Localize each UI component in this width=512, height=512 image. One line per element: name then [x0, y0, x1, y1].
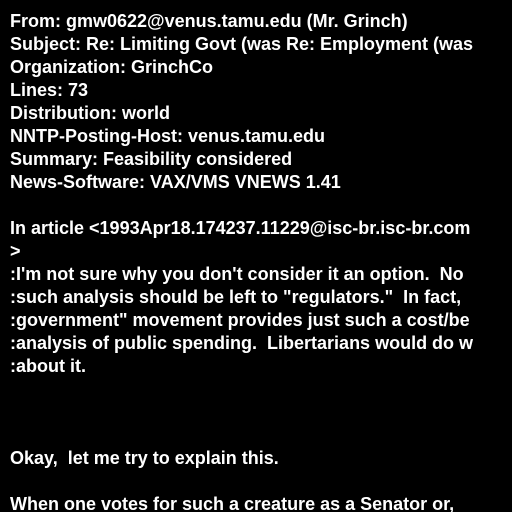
quoted-line: :I'm not sure why you don't consider it … [10, 264, 464, 284]
header-news-software: News-Software: VAX/VMS VNEWS 1.41 [10, 172, 341, 192]
message-view: From: gmw0622@venus.tamu.edu (Mr. Grinch… [0, 0, 512, 512]
attribution-line: In article <1993Apr18.174237.11229@isc-b… [10, 218, 471, 238]
header-distribution: Distribution: world [10, 103, 170, 123]
reply-line: Okay, let me try to explain this. [10, 448, 279, 468]
header-summary: Summary: Feasibility considered [10, 149, 293, 169]
quote-marker: > [10, 241, 21, 261]
quoted-line: :government" movement provides just such… [10, 310, 470, 330]
header-subject: Subject: Re: Limiting Govt (was Re: Empl… [10, 34, 474, 54]
reply-line: When one votes for such a creature as a … [10, 494, 455, 512]
quoted-line: :about it. [10, 356, 86, 376]
header-lines: Lines: 73 [10, 80, 89, 100]
quoted-line: :analysis of public spending. Libertaria… [10, 333, 474, 353]
header-nntp-posting-host: NNTP-Posting-Host: venus.tamu.edu [10, 126, 326, 146]
header-organization: Organization: GrinchCo [10, 57, 214, 77]
quoted-line: :such analysis should be left to "regula… [10, 287, 462, 307]
header-from: From: gmw0622@venus.tamu.edu (Mr. Grinch… [10, 11, 408, 31]
